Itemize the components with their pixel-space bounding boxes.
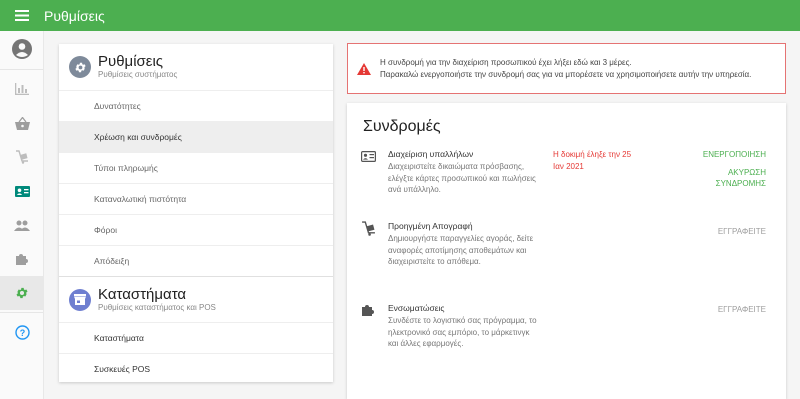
stores-section-title: Καταστήματα xyxy=(98,285,187,303)
subscription-description: Διαχειριστείτε δικαιώματα πρόσβασης, ελέ… xyxy=(388,162,536,194)
subscriptions-heading: Συνδρομές xyxy=(363,118,441,135)
puzzle-icon[interactable] xyxy=(0,242,44,276)
help-icon[interactable]: ? xyxy=(0,315,44,349)
subscribe-button[interactable]: ΕΓΓΡΑΦΕΙΤΕ xyxy=(718,226,766,237)
subscribe-button[interactable]: ΕΓΓΡΑΦΕΙΤΕ xyxy=(718,304,766,315)
subscription-description: Δημιουργήστε παραγγελίες αγοράς, δείτε α… xyxy=(388,234,534,266)
staff-card-icon[interactable] xyxy=(0,174,44,208)
gear-icon xyxy=(69,56,91,78)
users-icon[interactable] xyxy=(0,208,44,242)
nav-item-loyalty[interactable]: Καταναλωτική πιστότητα xyxy=(59,183,333,214)
nav-item-payment-types[interactable]: Τύποι πληρωμής xyxy=(59,152,333,183)
cancel-subscription-button[interactable]: ΑΚΥΡΩΣΗ ΣΥΝΔΡΟΜΗΣ xyxy=(696,167,766,189)
trial-expired-status: Η δοκιμή έληξε την 25 Ιαν 2021 xyxy=(553,150,632,171)
store-icon xyxy=(69,288,91,311)
basket-icon[interactable] xyxy=(0,106,44,140)
account-icon[interactable] xyxy=(0,31,44,67)
settings-menu-card: Ρυθμίσεις Ρυθμίσεις συστήματος Δυνατότητ… xyxy=(59,44,333,382)
page-title: Ρυθμίσεις xyxy=(44,7,105,24)
reports-icon[interactable] xyxy=(0,72,44,106)
stores-section-subtitle: Ρυθμίσεις καταστήματος και POS xyxy=(98,302,216,312)
subscription-name: Ενσωματώσεις xyxy=(388,303,445,313)
id-card-icon xyxy=(361,149,377,167)
nav-item-taxes[interactable]: Φόροι xyxy=(59,214,333,245)
subscription-expired-alert: Η συνδρομή για την διαχείριση προσωπικού… xyxy=(347,43,786,94)
inventory-cart-icon xyxy=(361,221,376,241)
top-app-bar: Ρυθμίσεις xyxy=(0,0,800,31)
svg-text:?: ? xyxy=(19,327,25,337)
puzzle-icon xyxy=(361,303,375,322)
nav-item-features[interactable]: Δυνατότητες xyxy=(59,90,333,121)
activate-button[interactable]: ΕΝΕΡΓΟΠΟΙΗΣΗ xyxy=(703,149,766,160)
settings-section-subtitle: Ρυθμίσεις συστήματος xyxy=(98,70,178,79)
warning-icon xyxy=(348,62,380,75)
menu-icon[interactable] xyxy=(0,0,44,31)
subscription-name: Προηγμένη Απογραφή xyxy=(388,221,473,231)
nav-item-pos-devices[interactable]: Συσκευές POS xyxy=(59,353,333,384)
nav-item-receipt[interactable]: Απόδειξη xyxy=(59,245,333,276)
settings-section-header: Ρυθμίσεις Ρυθμίσεις συστήματος xyxy=(59,44,333,90)
subscriptions-card: Συνδρομές Διαχείριση υπαλλήλων Διαχειρισ… xyxy=(347,103,786,399)
nav-item-billing[interactable]: Χρέωση και συνδρομές xyxy=(59,121,333,152)
stores-section-header: Καταστήματα Ρυθμίσεις καταστήματος και P… xyxy=(59,276,333,322)
alert-line-2: Παρακαλώ ενεργοποιήστε την συνδρομή σας … xyxy=(380,69,752,79)
inventory-icon[interactable] xyxy=(0,140,44,174)
settings-icon[interactable] xyxy=(0,276,44,310)
settings-section-title: Ρυθμίσεις xyxy=(98,53,164,70)
subscription-description: Συνδέστε το λογιστικό σας πρόγραμμα, το … xyxy=(388,316,537,348)
alert-line-1: Η συνδρομή για την διαχείριση προσωπικού… xyxy=(380,57,632,67)
subscription-name: Διαχείριση υπαλλήλων xyxy=(388,149,474,159)
navigation-rail: ? xyxy=(0,31,44,399)
nav-item-stores[interactable]: Καταστήματα xyxy=(59,322,333,353)
